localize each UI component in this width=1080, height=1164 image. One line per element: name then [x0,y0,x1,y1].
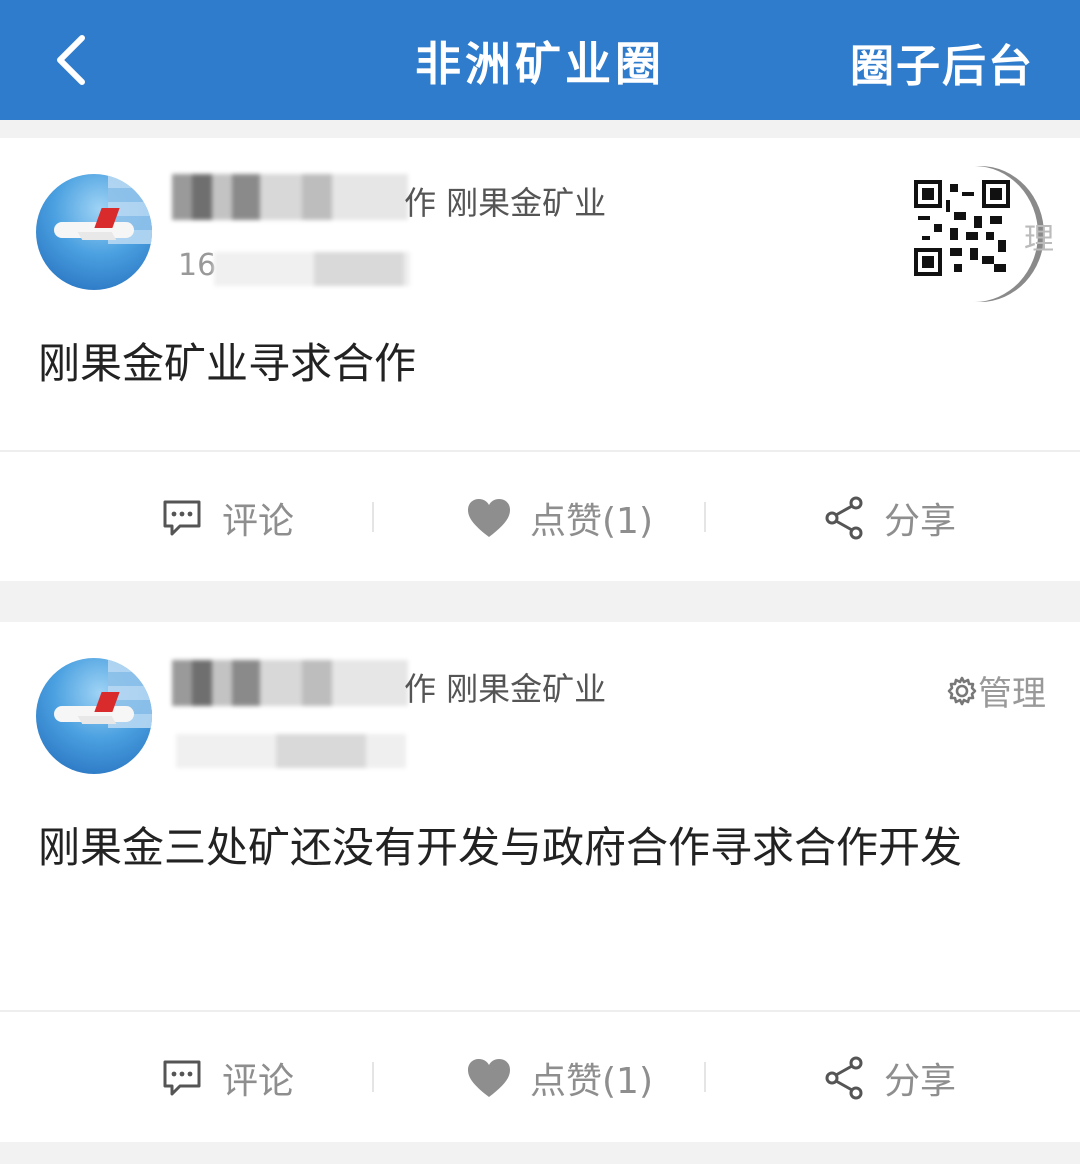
like-button[interactable]: 点赞(1) [466,490,653,546]
action-separator [704,1062,706,1092]
share-button[interactable]: 分享 [824,490,956,546]
post-content: 刚果金矿业寻求合作 [38,339,417,388]
airplane-wing [77,716,117,724]
manage-label: 管理 [978,674,1046,714]
avatar[interactable] [36,174,152,290]
top-navigation-bar: 非洲矿业圈 圈子后台 [0,0,1080,120]
post-actions: 评论 点赞(1) 分享 [0,452,1080,582]
author-name-blurred [172,660,408,706]
post-card: 作 刚果金矿业 16 理 刚果金矿业寻求合作 评论 点赞(1) 分享 [0,138,1080,581]
author-name-blurred [172,174,408,220]
circle-backend-link[interactable]: 圈子后台 [850,30,1034,94]
qr-code-overlay: 理 [910,166,1054,302]
avatar[interactable] [36,658,152,774]
like-label: 点赞(1) [530,501,653,542]
comment-label: 评论 [222,1061,295,1102]
author-suffix: 作 刚果金矿业 [404,184,607,222]
gear-icon [947,676,977,705]
comment-button[interactable]: 评论 [160,490,294,546]
action-separator [704,502,706,532]
comment-button[interactable]: 评论 [160,1050,294,1106]
heart-icon [468,499,510,537]
post-content: 刚果金三处矿还没有开发与政府合作寻求合作开发 [38,823,963,872]
post-actions: 评论 点赞(1) 分享 [0,1012,1080,1142]
share-label: 分享 [884,501,957,542]
comment-label: 评论 [222,501,295,542]
manage-button[interactable]: 管理 [946,666,1046,715]
post-card: 作 刚果金矿业 管理 刚果金三处矿还没有开发与政府合作寻求合作开发 评论 点赞(… [0,622,1080,1142]
author-suffix: 作 刚果金矿业 [404,670,607,708]
like-button[interactable]: 点赞(1) [466,1050,653,1106]
share-button[interactable]: 分享 [824,1050,956,1106]
qr-code-icon [914,180,1010,276]
like-label: 点赞(1) [530,1061,653,1102]
share-label: 分享 [884,1061,957,1102]
heart-icon [468,1059,510,1097]
airplane-wing [77,232,117,240]
action-separator [372,502,374,532]
comment-icon [163,500,201,536]
post-time-blurred [176,734,406,768]
post-time: 16 [178,248,217,283]
action-separator [372,1062,374,1092]
share-icon [825,496,863,540]
post-time-blurred [214,252,410,286]
manage-button[interactable]: 理 [1024,214,1054,258]
share-icon [825,1056,863,1100]
comment-icon [163,1060,201,1096]
